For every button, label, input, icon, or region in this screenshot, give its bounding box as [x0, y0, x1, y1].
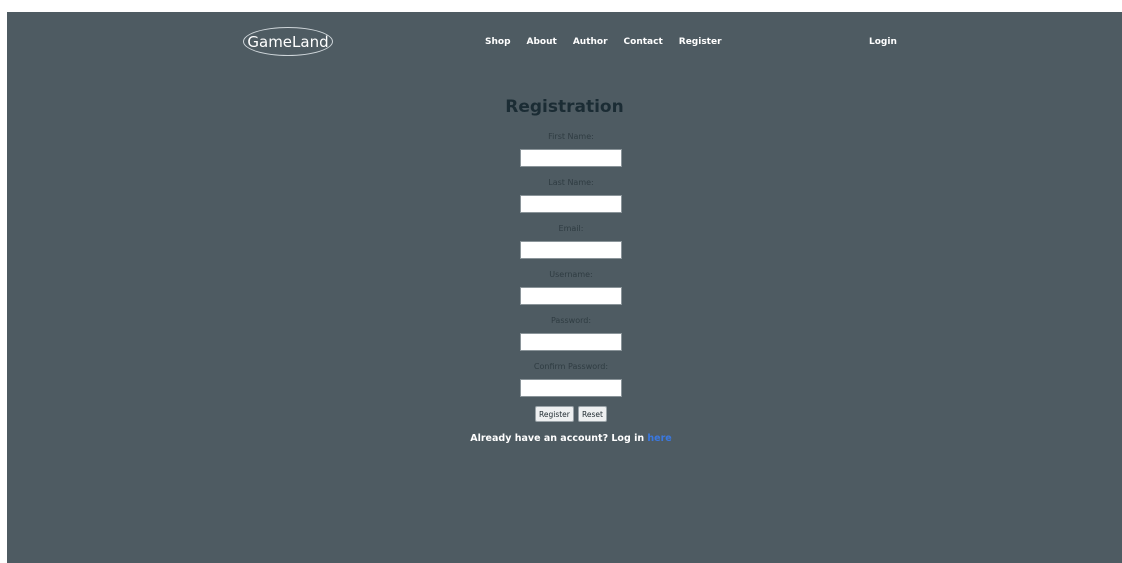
reset-button[interactable]: Reset — [578, 406, 607, 422]
gameland-logo[interactable]: GameLand — [243, 27, 333, 56]
first-name-label: First Name: — [548, 132, 594, 141]
username-input[interactable] — [520, 287, 622, 305]
password-input[interactable] — [520, 333, 622, 351]
login-here-link[interactable]: here — [647, 433, 671, 444]
page-frame: GameLand Shop About Author Contact Regis… — [7, 12, 1122, 563]
last-name-label: Last Name: — [548, 178, 594, 187]
confirm-password-label: Confirm Password: — [533, 362, 609, 371]
logo-text: GameLand — [247, 32, 329, 51]
nav-item-contact[interactable]: Contact — [624, 37, 663, 47]
register-button[interactable]: Register — [535, 406, 574, 422]
email-label: Email: — [558, 224, 584, 233]
email-input[interactable] — [520, 241, 622, 259]
nav-item-register[interactable]: Register — [679, 37, 722, 47]
password-label: Password: — [550, 316, 592, 325]
last-name-input[interactable] — [520, 195, 622, 213]
username-label: Username: — [549, 270, 593, 279]
login-prompt-text: Already have an account? Log in — [470, 433, 648, 444]
nav-item-author[interactable]: Author — [573, 37, 608, 47]
nav-item-shop[interactable]: Shop — [485, 37, 511, 47]
confirm-password-input[interactable] — [520, 379, 622, 397]
main-nav: Shop About Author Contact Register — [485, 37, 738, 47]
nav-item-about[interactable]: About — [527, 37, 557, 47]
login-prompt: Already have an account? Log in here — [7, 433, 1122, 444]
page-title: Registration — [505, 97, 624, 117]
nav-item-login[interactable]: Login — [869, 37, 897, 47]
first-name-input[interactable] — [520, 149, 622, 167]
